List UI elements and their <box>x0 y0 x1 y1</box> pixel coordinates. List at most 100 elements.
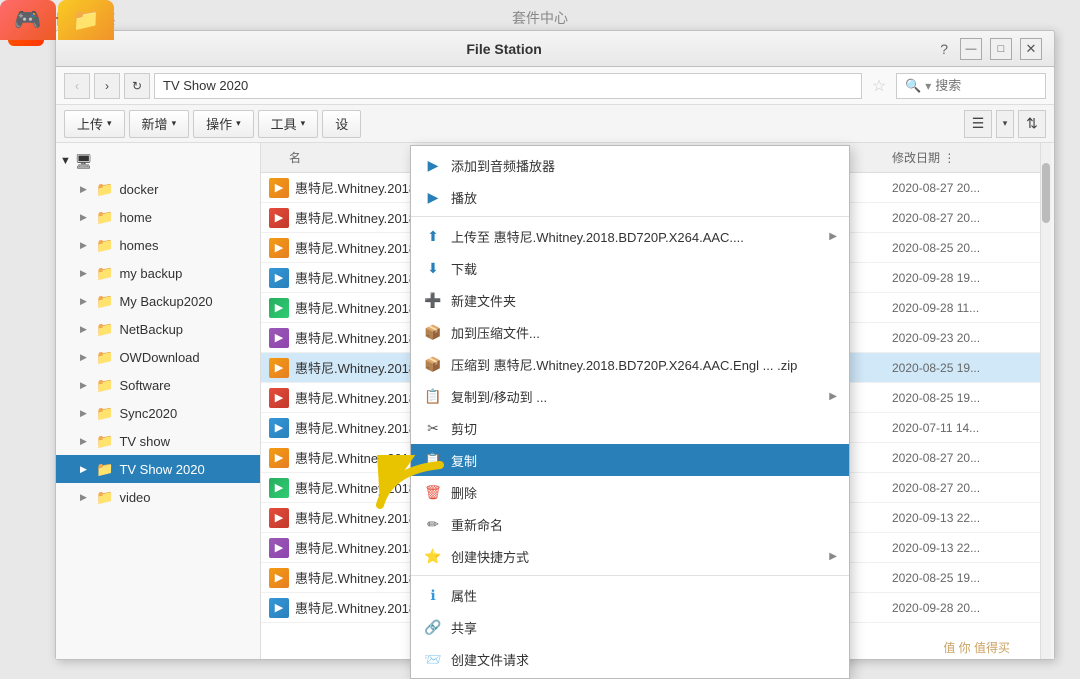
menu-item-compress-to[interactable]: 📦 压缩到 惠特尼.Whitney.2018.BD720P.X264.AAC.E… <box>411 348 849 380</box>
upload-to-label: 上传至 惠特尼.Whitney.2018.BD720P.X264.AAC.... <box>451 227 821 246</box>
sidebar-item-sync2020[interactable]: ▶ 📁 Sync2020 <box>56 399 260 427</box>
address-bar[interactable] <box>154 73 862 99</box>
shortcut-arrow: ▶ <box>829 551 837 562</box>
properties-icon: ℹ <box>423 587 443 604</box>
app-tab-1[interactable]: 🎮 <box>0 0 56 40</box>
sort-button[interactable]: ⇅ <box>1018 110 1046 138</box>
my-backup2020-expand: ▶ <box>80 296 92 307</box>
home-expand: ▶ <box>80 212 92 223</box>
scrollbar-track <box>1041 143 1051 659</box>
sidebar-item-home[interactable]: ▶ 📁 home <box>56 203 260 231</box>
add-to-zip-label: 加到压缩文件... <box>451 323 837 342</box>
menu-item-new-folder[interactable]: ➕ 新建文件夹 <box>411 284 849 316</box>
compress-to-label: 压缩到 惠特尼.Whitney.2018.BD720P.X264.AAC.Eng… <box>451 355 837 374</box>
my-backup-expand: ▶ <box>80 268 92 279</box>
file-request-label: 创建文件请求 <box>451 650 837 669</box>
sidebar-item-owdownload[interactable]: ▶ 📁 OWDownload <box>56 343 260 371</box>
shortcut-icon: ⭐ <box>423 548 443 565</box>
file-icon: ▶ <box>269 538 289 558</box>
operate-arrow: ▾ <box>236 118 241 129</box>
download-label: 下载 <box>451 259 837 278</box>
share-label: 共享 <box>451 618 837 637</box>
sidebar-item-homes[interactable]: ▶ 📁 homes <box>56 231 260 259</box>
file-date: 2020-09-13 22... <box>892 541 1032 555</box>
menu-item-share[interactable]: 🔗 共享 <box>411 611 849 643</box>
back-button[interactable]: ‹ <box>64 73 90 99</box>
menu-item-download[interactable]: ⬇ 下载 <box>411 252 849 284</box>
menu-item-file-request[interactable]: 📨 创建文件请求 <box>411 643 849 675</box>
netbackup-label: NetBackup <box>119 322 183 337</box>
file-date: 2020-08-25 19... <box>892 391 1032 405</box>
new-folder-icon: ➕ <box>423 292 443 309</box>
file-icon: ▶ <box>269 388 289 408</box>
watermark-center: 套件中心 <box>512 8 568 28</box>
sidebar-item-video[interactable]: ▶ 📁 video <box>56 483 260 511</box>
file-date: 2020-09-28 20... <box>892 601 1032 615</box>
file-icon: ▶ <box>269 178 289 198</box>
tv-show-2020-expand: ▶ <box>80 464 92 475</box>
my-backup-label: my backup <box>119 266 182 281</box>
download-icon: ⬇ <box>423 260 443 277</box>
help-button[interactable]: ? <box>940 41 948 57</box>
file-icon: ▶ <box>269 598 289 618</box>
refresh-button[interactable]: ↻ <box>124 73 150 99</box>
tv-show-2020-folder-icon: 📁 <box>96 461 113 478</box>
menu-divider-1 <box>411 216 849 217</box>
menu-item-upload-to[interactable]: ⬆ 上传至 惠特尼.Whitney.2018.BD720P.X264.AAC..… <box>411 220 849 252</box>
netbackup-folder-icon: 📁 <box>96 321 113 338</box>
tv-show-label: TV show <box>119 434 170 449</box>
maximize-button[interactable]: □ <box>990 38 1012 60</box>
sidebar-item-my-backup2020[interactable]: ▶ 📁 My Backup2020 <box>56 287 260 315</box>
scrollbar-thumb[interactable] <box>1042 163 1050 223</box>
sync2020-folder-icon: 📁 <box>96 405 113 422</box>
forward-button[interactable]: › <box>94 73 120 99</box>
app-tab-2[interactable]: 📁 <box>58 0 114 40</box>
upload-button[interactable]: 上传 ▾ <box>64 110 125 138</box>
title-bar: File Station ? — □ ✕ <box>56 31 1054 67</box>
upload-arrow: ▾ <box>107 118 112 129</box>
copy-label: 复制 <box>451 451 837 470</box>
sidebar-root[interactable]: ▼ 🖥 <box>56 147 260 175</box>
menu-item-delete[interactable]: 🗑 删除 <box>411 476 849 508</box>
new-folder-label: 新建文件夹 <box>451 291 837 310</box>
settings-button[interactable]: 设 <box>322 110 361 138</box>
software-folder-icon: 📁 <box>96 377 113 394</box>
menu-item-play[interactable]: ▶ 播放 <box>411 181 849 213</box>
col-date-header[interactable]: 修改日期 ⋮ <box>892 149 1032 166</box>
docker-expand: ▶ <box>80 184 92 195</box>
add-to-zip-icon: 📦 <box>423 324 443 341</box>
minimize-button[interactable]: — <box>960 38 982 60</box>
sidebar-item-tv-show[interactable]: ▶ 📁 TV show <box>56 427 260 455</box>
file-icon: ▶ <box>269 478 289 498</box>
search-input[interactable] <box>935 78 1035 93</box>
menu-item-copy-move[interactable]: 📋 复制到/移动到 ... ▶ <box>411 380 849 412</box>
cut-label: 剪切 <box>451 419 837 438</box>
operate-button[interactable]: 操作 ▾ <box>193 110 254 138</box>
sidebar-item-docker[interactable]: ▶ 📁 docker <box>56 175 260 203</box>
file-date: 2020-08-27 20... <box>892 481 1032 495</box>
docker-label: docker <box>119 182 158 197</box>
bookmark-star[interactable]: ☆ <box>866 73 892 99</box>
sidebar-item-software[interactable]: ▶ 📁 Software <box>56 371 260 399</box>
file-icon: ▶ <box>269 238 289 258</box>
vertical-scrollbar[interactable] <box>1040 143 1054 659</box>
sidebar-item-tv-show-2020[interactable]: ▶ 📁 TV Show 2020 <box>56 455 260 483</box>
menu-item-cut[interactable]: ✂ 剪切 <box>411 412 849 444</box>
view-dropdown-button[interactable]: ▾ <box>996 110 1014 138</box>
menu-item-copy[interactable]: 📋 复制 <box>411 444 849 476</box>
app-tabs: 🎮 📁 <box>0 0 114 40</box>
close-button[interactable]: ✕ <box>1020 38 1042 60</box>
tools-button[interactable]: 工具 ▾ <box>258 110 319 138</box>
menu-item-rename[interactable]: ✏ 重新命名 <box>411 508 849 540</box>
view-list-button[interactable]: ☰ <box>964 110 992 138</box>
root-folder-icon: 🖥 <box>75 153 93 170</box>
new-button[interactable]: 新增 ▾ <box>129 110 190 138</box>
new-arrow: ▾ <box>172 118 177 129</box>
menu-item-shortcut[interactable]: ⭐ 创建快捷方式 ▶ <box>411 540 849 572</box>
menu-item-properties[interactable]: ℹ 属性 <box>411 579 849 611</box>
menu-item-add-to-zip[interactable]: 📦 加到压缩文件... <box>411 316 849 348</box>
sidebar-item-netbackup[interactable]: ▶ 📁 NetBackup <box>56 315 260 343</box>
sidebar-item-my-backup[interactable]: ▶ 📁 my backup <box>56 259 260 287</box>
file-icon: ▶ <box>269 418 289 438</box>
menu-item-add-to-audio[interactable]: ▶ 添加到音频播放器 <box>411 149 849 181</box>
